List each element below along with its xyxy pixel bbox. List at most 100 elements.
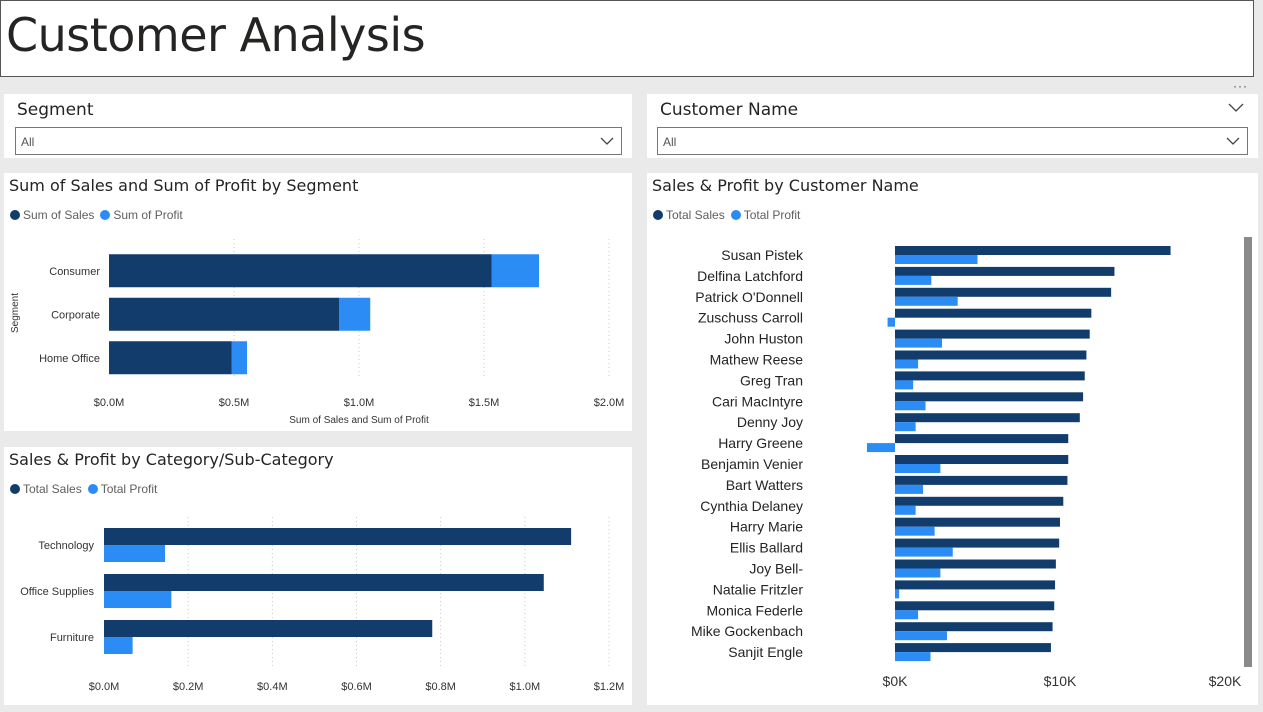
bar-sales [895,559,1056,569]
legend-item-sales[interactable]: Sum of Sales [10,208,94,222]
category-label: Technology [38,540,94,552]
segment-slicer: Segment All [4,94,632,158]
x-tick-label: $0.0M [89,681,120,693]
bar-sales [895,392,1084,402]
bar-sales [895,455,1069,464]
x-tick-label: $0.4M [257,681,288,693]
category-chart-title: Sales & Profit by Category/Sub-Category [9,450,334,469]
scrollbar-thumb[interactable] [1244,237,1252,667]
x-tick-label: $0.2M [173,681,204,693]
bar-profit [895,275,932,285]
customer-label: Zuschuss Carroll [698,310,803,326]
customer-chart-panel: Sales & Profit by Customer Name Total Sa… [647,173,1258,705]
customer-label: Joy Bell- [749,561,803,577]
bar-profit [866,443,895,453]
customer-slicer-title: Customer Name [660,100,799,120]
segment-chart-title: Sum of Sales and Sum of Profit by Segmen… [9,176,359,195]
bar-profit [895,464,941,473]
x-tick-label: $2.0M [594,397,625,409]
bar-sales [895,371,1085,381]
legend-item-sales[interactable]: Total Sales [653,208,725,222]
x-tick-label: $1.5M [469,397,500,409]
bar-sales [895,643,1051,653]
customer-label: Patrick O'Donnell [695,289,803,305]
bar-profit [231,341,247,375]
bar-profit [895,255,978,264]
bar-sales [109,254,492,288]
x-tick-label: $0K [883,673,909,689]
customer-dropdown[interactable]: All [657,127,1248,155]
bar-profit [895,589,900,599]
x-tick-label: $1.0M [344,397,375,409]
bar-profit [104,591,172,608]
x-tick-label: $0.8M [425,681,456,693]
customer-label: Cynthia Delaney [700,498,803,514]
bar-profit [895,296,958,306]
bar-sales [895,434,1069,444]
bar-profit [104,637,133,654]
bar-sales [895,517,1060,527]
category-label: Furniture [50,632,94,644]
x-tick-label: $0.6M [341,681,372,693]
bar-profit [104,545,166,562]
bar-sales [895,266,1115,276]
legend-label-sales: Sum of Sales [23,208,95,222]
chevron-down-icon[interactable] [1227,100,1245,118]
customer-label: Ellis Ballard [730,540,803,556]
bar-sales [104,574,544,591]
customer-chart-title: Sales & Profit by Customer Name [652,176,919,195]
chevron-down-icon [599,134,615,152]
bar-profit [895,505,916,515]
legend-item-profit[interactable]: Total Profit [730,208,800,222]
customer-label: Susan Pistek [721,247,804,263]
bar-sales [895,308,1092,318]
category-label: Consumer [49,266,100,278]
x-axis-title: Sum of Sales and Sum of Profit [289,415,429,426]
y-axis-title: Segment [10,293,21,333]
segment-chart-legend: Sum of Sales Sum of Profit [10,208,189,222]
bar-sales [895,413,1080,423]
segment-slicer-title: Segment [17,100,94,120]
bar-sales [895,496,1064,506]
customer-slicer: Customer Name All [647,94,1258,158]
legend-item-profit[interactable]: Sum of Profit [100,208,183,222]
customer-label: Harry Greene [718,435,803,451]
x-tick-label: $20K [1209,673,1242,689]
bar-sales [104,528,572,545]
bar-sales [895,329,1090,339]
legend-item-profit[interactable]: Total Profit [87,482,158,496]
bar-sales [895,246,1171,255]
bar-profit [339,297,371,331]
legend-label-profit: Total Profit [100,482,158,496]
customer-label: Delfina Latchford [697,268,803,284]
legend-item-sales[interactable]: Total Sales [10,482,82,496]
bar-sales [109,341,232,375]
bar-profit [895,526,935,536]
category-chart-panel: Sales & Profit by Category/Sub-Category … [4,447,632,705]
bar-profit [895,422,916,432]
customer-label: Harry Marie [730,519,803,535]
customer-chart: $0K $10K $20K Susan Pistek Delfina Latchford… [691,246,1242,689]
legend-label-sales: Total Sales [23,482,82,496]
segment-dropdown[interactable]: All [15,127,622,155]
bar-profit [895,401,926,411]
customer-label: Bart Watters [726,477,803,493]
bar-sales [895,580,1056,590]
bar-profit [895,338,943,348]
more-options-icon[interactable]: ··· [1233,80,1248,92]
customer-label: Sanjit Engle [728,644,803,660]
x-tick-label: $0.0M [94,397,125,409]
bar-profit [895,547,953,557]
bar-profit [895,359,919,369]
customer-label: Greg Tran [740,372,803,388]
bar-sales [895,622,1053,632]
x-tick-label: $1.0M [510,681,541,693]
x-tick-label: $0.5M [219,397,250,409]
category-label: Office Supplies [20,586,94,598]
scrollbar-track[interactable] [1244,237,1252,667]
bar-sales [895,350,1087,360]
bar-sales [109,297,339,331]
bar-profit [895,380,914,390]
customer-label: Mathew Reese [710,352,804,368]
bar-sales [895,538,1060,548]
